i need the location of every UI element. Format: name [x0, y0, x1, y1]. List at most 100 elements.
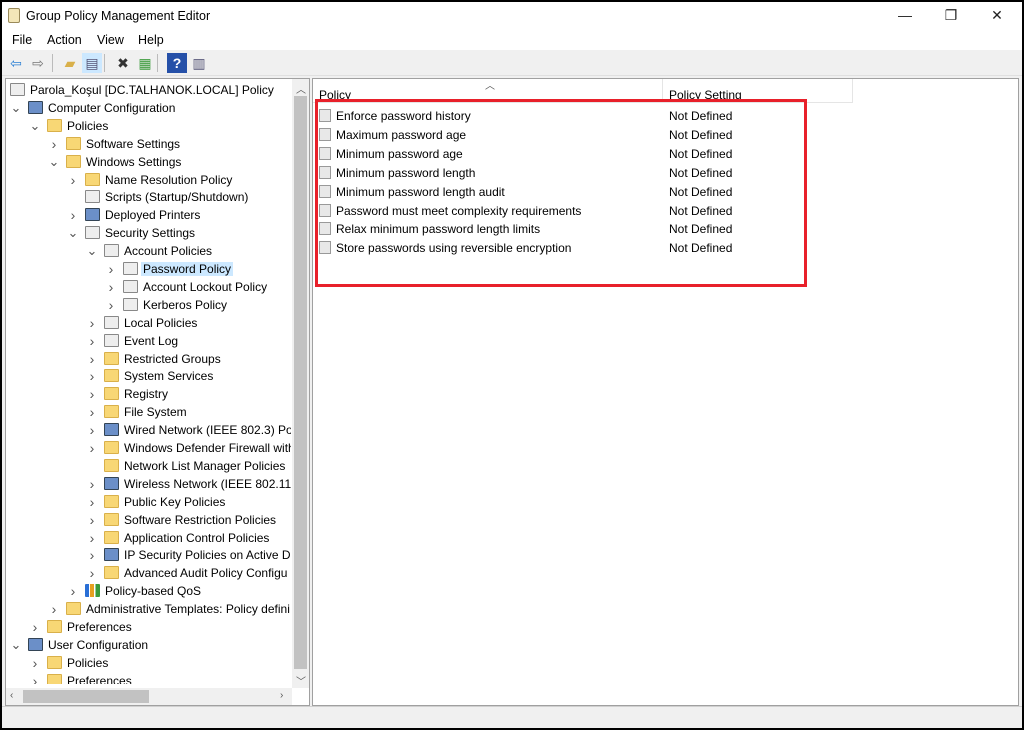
tree-item[interactable]: › Account Lockout Policy	[6, 278, 291, 296]
vertical-scrollbar[interactable]: ︿ ﹀	[292, 79, 309, 688]
tree-item[interactable]: › Windows Defender Firewall with	[6, 439, 291, 457]
chevron-right-icon[interactable]: ›	[105, 279, 117, 295]
menu-help[interactable]: Help	[138, 33, 164, 47]
chevron-right-icon[interactable]: ›	[48, 136, 60, 152]
chevron-right-icon[interactable]: ›	[86, 565, 98, 581]
tree-item[interactable]: Parola_Koşul [DC.TALHANOK.LOCAL] Policy	[6, 81, 291, 99]
tree-item[interactable]: ⌄ Policies	[6, 117, 291, 135]
tree-item[interactable]: ⌄ Computer Configuration	[6, 99, 291, 117]
tree-item[interactable]: › Name Resolution Policy	[6, 171, 291, 189]
tree-item[interactable]: › Password Policy	[6, 260, 291, 278]
chevron-right-icon[interactable]: ›	[105, 297, 117, 313]
scroll-right-icon[interactable]: ›	[280, 690, 283, 701]
tree-item[interactable]: › Application Control Policies	[6, 529, 291, 547]
tree-item[interactable]: › Kerberos Policy	[6, 296, 291, 314]
tree-item[interactable]: › Administrative Templates: Policy defini	[6, 600, 291, 618]
chevron-right-icon[interactable]: ›	[86, 404, 98, 420]
tree-item[interactable]: ⌄ Windows Settings	[6, 153, 291, 171]
tree-item[interactable]: › Deployed Printers	[6, 206, 291, 224]
tree-item[interactable]: ⌄ Security Settings	[6, 224, 291, 242]
tree-item[interactable]: › Policies	[6, 654, 291, 672]
tree-item[interactable]: ⌄ Account Policies	[6, 242, 291, 260]
computer-icon	[104, 476, 119, 490]
tree-item[interactable]: › System Services	[6, 367, 291, 385]
scroll-up-icon[interactable]: ︿	[296, 81, 306, 96]
back-arrow-button[interactable]: ⇦	[6, 53, 26, 73]
tree-item[interactable]: › Preferences	[6, 672, 291, 684]
chevron-right-icon[interactable]: ›	[105, 261, 117, 277]
column-divider[interactable]	[852, 79, 853, 103]
tree-item[interactable]: › Public Key Policies	[6, 493, 291, 511]
sort-ascending-icon: ︿	[485, 81, 495, 92]
tree-item-label: IP Security Policies on Active Di	[124, 548, 291, 563]
menu-view[interactable]: View	[97, 33, 124, 47]
tree-item[interactable]: › Registry	[6, 385, 291, 403]
tree-item-label: Network List Manager Policies	[124, 458, 286, 473]
chevron-right-icon[interactable]: ›	[86, 530, 98, 546]
tree-item[interactable]: › Advanced Audit Policy Configu	[6, 564, 291, 582]
chevron-down-icon[interactable]: ⌄	[48, 154, 60, 170]
tree-item-label: Security Settings	[105, 226, 196, 241]
tree-item[interactable]: Network List Manager Policies	[6, 457, 291, 475]
chevron-down-icon[interactable]: ⌄	[67, 225, 79, 241]
tree-item[interactable]: › Local Policies	[6, 314, 291, 332]
minimize-button[interactable]: —	[882, 2, 928, 30]
policy-document-icon	[85, 226, 100, 240]
help-button[interactable]: ?	[167, 53, 187, 73]
chevron-right-icon[interactable]: ›	[86, 368, 98, 384]
policy-document-icon	[104, 333, 119, 347]
chevron-right-icon[interactable]: ›	[86, 476, 98, 492]
chevron-right-icon[interactable]: ›	[67, 207, 79, 223]
horizontal-scrollbar[interactable]: ‹ ›	[6, 688, 292, 705]
chevron-right-icon[interactable]: ›	[86, 440, 98, 456]
chevron-right-icon[interactable]: ›	[86, 547, 98, 563]
menu-bar: File Action View Help	[2, 30, 1022, 50]
chevron-right-icon[interactable]: ›	[86, 422, 98, 438]
tree-item[interactable]: › Software Restriction Policies	[6, 511, 291, 529]
forward-arrow-button[interactable]: ⇨	[28, 53, 48, 73]
scroll-left-icon[interactable]: ‹	[10, 690, 13, 701]
chevron-right-icon[interactable]: ›	[86, 333, 98, 349]
restore-button[interactable]: ❐	[928, 2, 974, 30]
tree-item[interactable]: › Wired Network (IEEE 802.3) Polic	[6, 421, 291, 439]
show-hide-tree-button[interactable]: ▤	[82, 53, 102, 73]
chevron-right-icon[interactable]: ›	[86, 351, 98, 367]
tree-item[interactable]: › IP Security Policies on Active Di	[6, 546, 291, 564]
tree-item[interactable]: › Wireless Network (IEEE 802.11) P	[6, 475, 291, 493]
up-folder-button[interactable]: ▰	[60, 53, 80, 73]
tree-item-label: Name Resolution Policy	[105, 172, 233, 187]
chevron-right-icon[interactable]: ›	[86, 512, 98, 528]
chevron-down-icon[interactable]: ⌄	[86, 243, 98, 259]
tree-item[interactable]: › Software Settings	[6, 135, 291, 153]
tree-item[interactable]: › File System	[6, 403, 291, 421]
chart-icon	[85, 584, 100, 598]
menu-action[interactable]: Action	[47, 33, 82, 47]
chevron-right-icon[interactable]: ›	[86, 494, 98, 510]
scroll-thumb-horizontal[interactable]	[23, 690, 149, 703]
export-list-button[interactable]: ▦	[135, 53, 155, 73]
tree-item[interactable]: › Event Log	[6, 332, 291, 350]
tree-item[interactable]: ⌄ User Configuration	[6, 636, 291, 654]
scroll-down-icon[interactable]: ﹀	[296, 673, 306, 688]
chevron-right-icon[interactable]: ›	[86, 315, 98, 331]
chevron-down-icon[interactable]: ⌄	[29, 118, 41, 134]
chevron-right-icon[interactable]: ›	[29, 655, 41, 671]
tree-item[interactable]: › Preferences	[6, 618, 291, 636]
toolbar-separator	[52, 54, 53, 72]
chevron-right-icon[interactable]: ›	[29, 673, 41, 684]
delete-button[interactable]: ✖	[113, 53, 133, 73]
chevron-right-icon[interactable]: ›	[67, 172, 79, 188]
chevron-right-icon[interactable]: ›	[86, 386, 98, 402]
menu-file[interactable]: File	[12, 33, 32, 47]
chevron-right-icon[interactable]: ›	[67, 583, 79, 599]
tree-item[interactable]: › Policy-based QoS	[6, 582, 291, 600]
chevron-down-icon[interactable]: ⌄	[10, 100, 22, 116]
action-pane-button[interactable]: ▥	[189, 53, 209, 73]
tree-item[interactable]: Scripts (Startup/Shutdown)	[6, 188, 291, 206]
scroll-thumb[interactable]	[294, 96, 307, 669]
chevron-down-icon[interactable]: ⌄	[10, 637, 22, 653]
close-button[interactable]: ✕	[974, 2, 1020, 30]
chevron-right-icon[interactable]: ›	[29, 619, 41, 635]
tree-item[interactable]: › Restricted Groups	[6, 350, 291, 368]
chevron-right-icon[interactable]: ›	[48, 601, 60, 617]
